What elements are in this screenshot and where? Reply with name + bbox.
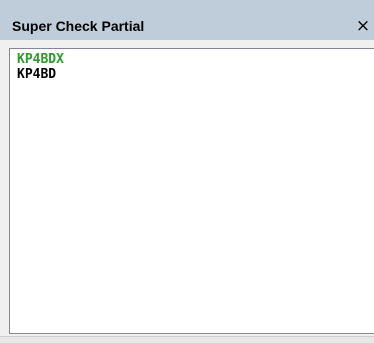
close-button[interactable]: × — [352, 14, 374, 38]
window-title: Super Check Partial — [12, 18, 145, 34]
list-item[interactable]: KP4BDX — [17, 52, 374, 67]
window-bottom-divider — [0, 336, 374, 337]
callsign-list[interactable]: KP4BDX KP4BD — [9, 48, 374, 334]
list-item[interactable]: KP4BD — [17, 67, 374, 82]
super-check-partial-window: Super Check Partial × KP4BDX KP4BD — [0, 0, 374, 343]
title-bar[interactable]: Super Check Partial × — [0, 0, 374, 40]
window-bottom-edge — [0, 336, 374, 343]
